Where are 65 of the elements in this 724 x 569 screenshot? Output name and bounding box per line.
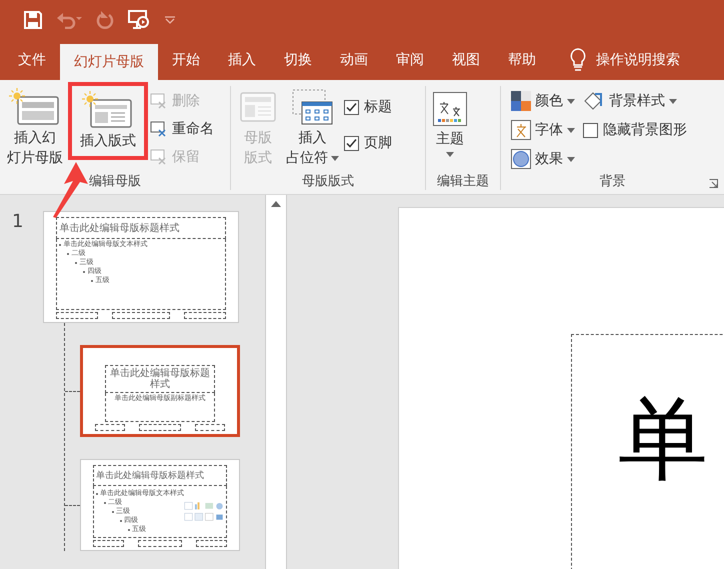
- footer-placeholder: [184, 312, 226, 319]
- group-label: 背景: [600, 173, 626, 190]
- save-icon[interactable]: [24, 11, 42, 29]
- dropdown-caret-icon: [446, 152, 454, 157]
- checkbox-label[interactable]: 页脚: [364, 134, 392, 152]
- ribbon-tab[interactable]: 插入: [214, 40, 270, 80]
- theme-option-button[interactable]: 字体: [511, 119, 575, 141]
- presenter-icon[interactable]: [128, 10, 150, 30]
- thumbnail-title: 单击此处编辑母版标题样式: [105, 365, 215, 393]
- checkbox-label[interactable]: 标题: [364, 98, 392, 116]
- footer-placeholder: [112, 312, 170, 319]
- footer-placeholder: [138, 540, 182, 547]
- dropdown-caret-icon: [331, 156, 339, 160]
- slide-title-text: 单: [618, 387, 708, 492]
- theme-option-button[interactable]: 效果: [511, 148, 575, 170]
- placeholder-grid-icon: [290, 88, 336, 126]
- lightbulb-icon: [570, 48, 586, 72]
- insert-slide-button[interactable]: 插入版式: [68, 82, 148, 160]
- group-label: 母版版式: [302, 173, 354, 190]
- group-label: 编辑主题: [437, 173, 489, 190]
- checkbox[interactable]: [583, 122, 598, 138]
- theme-option-button[interactable]: 颜色: [511, 90, 575, 112]
- dropdown-caret-icon: [567, 128, 575, 132]
- footer-placeholder: [196, 540, 227, 547]
- slide-edit-icon: [150, 121, 168, 137]
- dropdown-caret-icon: [669, 98, 677, 104]
- ribbon-tab[interactable]: 动画: [326, 40, 382, 80]
- color-palette-icon: [511, 91, 531, 111]
- footer-placeholder: [93, 540, 124, 547]
- footer-placeholder: [194, 424, 225, 431]
- dropdown-caret-icon: [567, 156, 575, 162]
- ribbon-tab[interactable]: 切换: [270, 40, 326, 80]
- checkbox[interactable]: [344, 136, 359, 150]
- slide-layout-icon: [82, 91, 134, 129]
- thumbnail-title: 单击此处编辑母版标题样式: [56, 217, 226, 239]
- slide-number: 1: [12, 211, 24, 234]
- effects-circle-icon: [511, 149, 531, 169]
- ribbon-tab[interactable]: 帮助: [494, 40, 550, 80]
- dropdown-caret-icon: [567, 98, 575, 104]
- ribbon-tab[interactable]: 开始: [158, 40, 214, 80]
- theme-icon: [433, 92, 467, 126]
- slide-layout-icon: [9, 88, 61, 126]
- ribbon-tab[interactable]: 文件: [4, 40, 60, 80]
- dialog-launcher-icon[interactable]: [709, 179, 718, 188]
- footer-placeholder: [95, 424, 126, 431]
- checkbox[interactable]: [344, 100, 359, 114]
- customize-caret-icon[interactable]: [164, 16, 176, 24]
- tell-me-search[interactable]: 操作说明搜索: [596, 51, 680, 69]
- background-styles-button[interactable]: 背景样式: [583, 90, 687, 112]
- slide-edit-icon: [150, 149, 168, 165]
- ribbon-tab[interactable]: 视图: [438, 40, 494, 80]
- font-icon: [511, 120, 531, 140]
- insert-placeholder-button[interactable]: 插入 占位符: [283, 86, 342, 172]
- slide-edit-icon: [150, 93, 168, 109]
- footer-placeholder: [139, 424, 181, 431]
- insert-slide-button[interactable]: 插入幻 灯片母版: [4, 86, 66, 172]
- scrollbar[interactable]: [265, 195, 287, 569]
- checkbox-label[interactable]: 隐藏背景图形: [603, 121, 687, 139]
- themes-button[interactable]: 主题: [430, 86, 470, 172]
- group-label: 编辑母版: [89, 173, 141, 190]
- footer-placeholder: [56, 312, 98, 319]
- layout-action-button[interactable]: 重命名: [150, 118, 214, 140]
- ribbon-tab[interactable]: 审阅: [382, 40, 438, 80]
- ribbon-tab[interactable]: 幻灯片母版: [60, 44, 158, 80]
- thumbnail-title: 单击此处编辑母版标题样式: [93, 465, 227, 486]
